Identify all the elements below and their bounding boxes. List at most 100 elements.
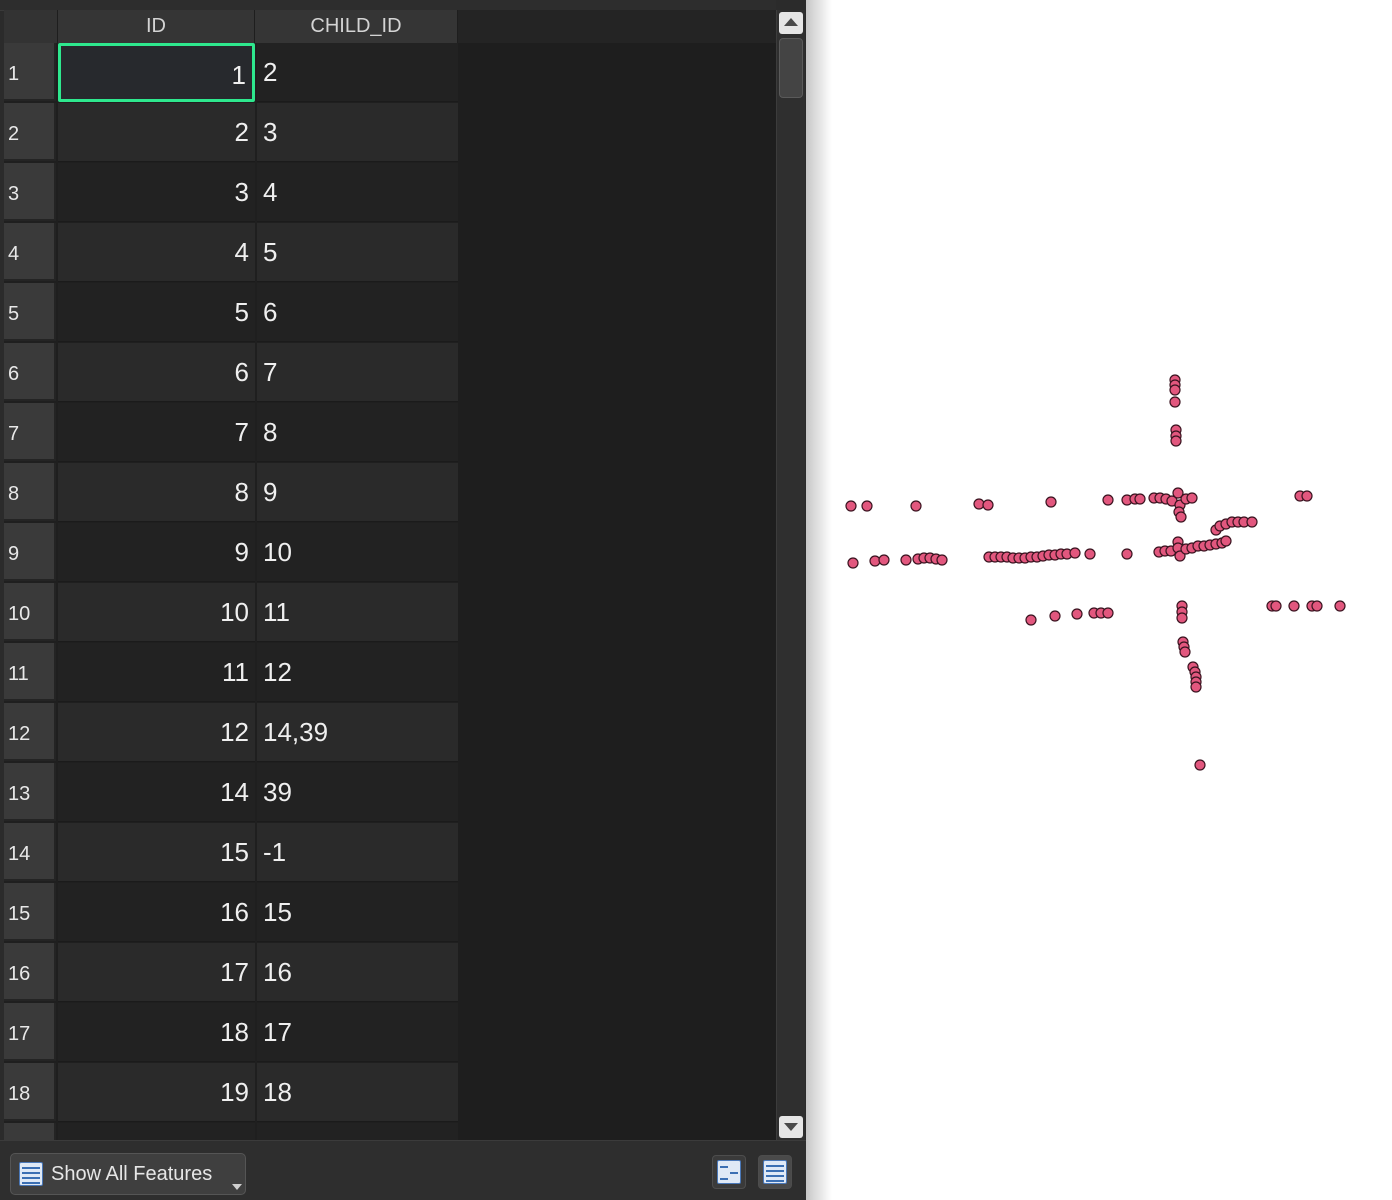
row-number[interactable]: 6 <box>4 343 56 401</box>
row-number[interactable]: 5 <box>4 283 56 341</box>
cell-child-id[interactable]: 6 <box>257 283 458 342</box>
cell-id[interactable]: 8 <box>58 463 255 522</box>
cell-child-id[interactable]: 3 <box>257 103 458 162</box>
header-corner[interactable] <box>4 10 58 43</box>
cell-child-id[interactable]: 18 <box>257 1063 458 1122</box>
row-number[interactable]: 4 <box>4 223 56 281</box>
row-number[interactable]: 7 <box>4 403 56 461</box>
cell-id[interactable]: 4 <box>58 223 255 282</box>
attribute-table-panel: ID CHILD_ID 18 19 18 17 18 17 16 17 16 15 16 15 14 15… <box>0 0 806 1200</box>
map-point <box>1071 608 1083 620</box>
map-point <box>1049 610 1061 622</box>
row-number[interactable]: 1 <box>4 43 56 101</box>
cell-child-id[interactable]: 5 <box>257 223 458 282</box>
map-point <box>1288 600 1300 612</box>
map-point <box>1334 600 1346 612</box>
row-number[interactable]: 13 <box>4 763 56 821</box>
map-point <box>861 500 873 512</box>
map-point <box>1220 535 1232 547</box>
column-header-id[interactable]: ID <box>58 10 255 43</box>
cell-child-id[interactable] <box>257 1123 458 1140</box>
row-number[interactable]: 11 <box>4 643 56 701</box>
cell-child-id[interactable]: 11 <box>257 583 458 642</box>
cell-id[interactable]: 3 <box>58 163 255 222</box>
map-point <box>1270 600 1282 612</box>
cell-child-id[interactable]: 4 <box>257 163 458 222</box>
cell-id[interactable]: 2 <box>58 103 255 162</box>
map-point <box>1169 384 1181 396</box>
cell-child-id[interactable]: 16 <box>257 943 458 1002</box>
cell-child-id[interactable]: 39 <box>257 763 458 822</box>
map-point <box>1069 547 1081 559</box>
row-number[interactable]: 2 <box>4 103 56 161</box>
cell-child-id[interactable]: 12 <box>257 643 458 702</box>
cell-id[interactable] <box>58 1123 255 1140</box>
cell-id[interactable]: 19 <box>58 1063 255 1122</box>
table-view-icon <box>763 1160 787 1184</box>
cell-child-id[interactable]: 2 <box>257 43 458 102</box>
row-number[interactable]: 18 <box>4 1063 56 1121</box>
scroll-thumb[interactable] <box>779 38 803 98</box>
cell-id[interactable]: 6 <box>58 343 255 402</box>
table-view-button[interactable] <box>758 1155 792 1189</box>
map-point <box>936 554 948 566</box>
cell-child-id[interactable]: 10 <box>257 523 458 582</box>
cell-child-id[interactable]: 8 <box>257 403 458 462</box>
row-number[interactable]: 14 <box>4 823 56 881</box>
vertical-scrollbar[interactable] <box>776 10 805 1140</box>
column-header-child-id[interactable]: CHILD_ID <box>255 10 458 43</box>
cell-id[interactable]: 11 <box>58 643 255 702</box>
map-point <box>1176 612 1188 624</box>
cell-child-id[interactable]: 9 <box>257 463 458 522</box>
row-number[interactable]: 9 <box>4 523 56 581</box>
cell-id[interactable]: 1 <box>58 43 255 102</box>
map-point <box>900 554 912 566</box>
row-number[interactable]: 16 <box>4 943 56 1001</box>
scroll-up-arrow-icon[interactable] <box>779 12 803 34</box>
map-point <box>1311 600 1323 612</box>
cell-id[interactable]: 7 <box>58 403 255 462</box>
map-point <box>1169 396 1181 408</box>
map-point <box>1301 490 1313 502</box>
table-body: 18 19 18 17 18 17 16 17 16 15 16 15 14 15 -1 13 14 39 12 12… <box>4 43 776 1140</box>
map-point <box>1134 493 1146 505</box>
cell-child-id[interactable]: 15 <box>257 883 458 942</box>
map-point <box>1186 492 1198 504</box>
map-point <box>847 557 859 569</box>
bottom-toolbar: Show All Features <box>0 1140 806 1200</box>
row-number[interactable]: 10 <box>4 583 56 641</box>
cell-id[interactable]: 18 <box>58 1003 255 1062</box>
cell-child-id[interactable]: 14,39 <box>257 703 458 762</box>
form-view-button[interactable] <box>712 1155 746 1189</box>
cell-child-id[interactable]: 7 <box>257 343 458 402</box>
map-canvas[interactable] <box>832 340 1372 800</box>
map-point <box>1102 607 1114 619</box>
row-number[interactable]: 17 <box>4 1003 56 1061</box>
table-header: ID CHILD_ID <box>4 10 776 43</box>
map-point <box>1084 548 1096 560</box>
cell-id[interactable]: 9 <box>58 523 255 582</box>
table-icon <box>19 1162 43 1186</box>
map-point <box>1190 681 1202 693</box>
row-number[interactable]: 15 <box>4 883 56 941</box>
map-point <box>1175 511 1187 523</box>
row-number[interactable]: 8 <box>4 463 56 521</box>
cell-id[interactable]: 17 <box>58 943 255 1002</box>
row-number[interactable]: 3 <box>4 163 56 221</box>
map-point <box>1121 548 1133 560</box>
cell-id[interactable]: 14 <box>58 763 255 822</box>
cell-id[interactable]: 15 <box>58 823 255 882</box>
cell-id[interactable]: 16 <box>58 883 255 942</box>
cell-id[interactable]: 12 <box>58 703 255 762</box>
map-point <box>845 500 857 512</box>
cell-id[interactable]: 5 <box>58 283 255 342</box>
map-point <box>1102 494 1114 506</box>
cell-child-id[interactable]: 17 <box>257 1003 458 1062</box>
show-all-features-button[interactable]: Show All Features <box>10 1153 246 1195</box>
cell-id[interactable]: 10 <box>58 583 255 642</box>
map-point <box>1170 435 1182 447</box>
row-number[interactable] <box>4 1123 56 1140</box>
cell-child-id[interactable]: -1 <box>257 823 458 882</box>
row-number[interactable]: 12 <box>4 703 56 761</box>
scroll-down-arrow-icon[interactable] <box>779 1116 803 1138</box>
